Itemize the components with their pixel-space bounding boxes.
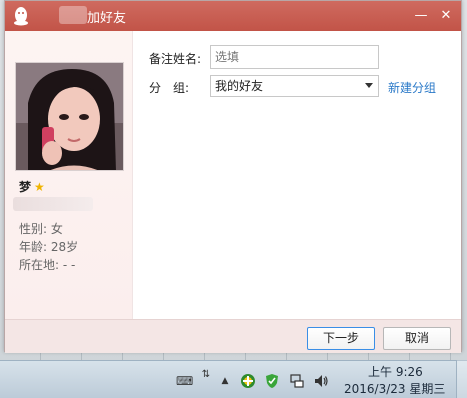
next-button[interactable]: 下一步	[307, 327, 375, 350]
blurred-title-region	[59, 6, 87, 24]
location-text: 所在地: - -	[19, 258, 76, 272]
group-select-value: 我的好友	[215, 79, 264, 93]
avatar-photo-icon	[16, 63, 123, 170]
minimize-button[interactable]: —	[412, 7, 430, 25]
clock-date[interactable]: 2016/3/23 星期三	[344, 380, 445, 397]
security-shield-icon[interactable]	[264, 373, 280, 389]
remark-label: 备注姓名:	[149, 52, 202, 66]
remark-name-input[interactable]	[210, 45, 379, 69]
profile-panel: 梦 ★ 性别: 女 年龄: 28岁 所在地: - -	[5, 31, 133, 321]
star-icon: ★	[34, 180, 45, 194]
close-button[interactable]: ✕	[437, 7, 455, 25]
qq-penguin-icon	[14, 7, 28, 26]
chevron-down-icon	[365, 83, 373, 88]
window-title: 加好友	[87, 11, 127, 26]
avatar	[15, 62, 124, 171]
cancel-button[interactable]: 取消	[383, 327, 451, 350]
group-label: 分 组:	[149, 81, 190, 95]
nickname-row: 梦 ★	[19, 178, 45, 194]
network-icon[interactable]	[289, 373, 305, 389]
network-arrows-icon[interactable]: ⇅	[198, 367, 214, 383]
group-select[interactable]: 我的好友	[210, 75, 379, 97]
show-desktop-button[interactable]	[456, 360, 467, 398]
dialog-footer: 下一步 取消	[5, 319, 461, 353]
plus-shield-icon[interactable]	[240, 373, 256, 389]
new-group-link[interactable]: 新建分组	[388, 79, 436, 96]
age-text: 年龄: 28岁	[19, 240, 79, 254]
gender-text: 性别: 女	[19, 222, 63, 236]
chevron-up-icon[interactable]: ▲	[217, 373, 233, 389]
volume-icon[interactable]	[313, 373, 329, 389]
clock-time[interactable]: 上午 9:26	[368, 363, 423, 380]
title-bar[interactable]: 加好友 — ✕	[5, 1, 461, 31]
nickname: 梦	[19, 180, 32, 194]
add-friend-dialog: 加好友 — ✕ 梦 ★ 性别: 女 年龄: 28岁 所在地: - - 备注姓名:…	[4, 0, 462, 353]
keyboard-icon[interactable]: ⌨	[176, 373, 193, 389]
blurred-qq-number	[13, 197, 93, 211]
